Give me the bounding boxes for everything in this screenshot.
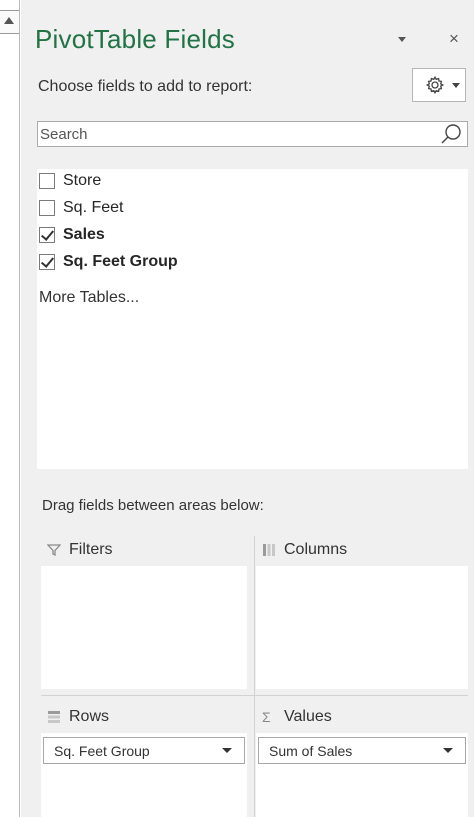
- field-checkbox[interactable]: [39, 227, 55, 243]
- rows-area-header: Rows: [41, 703, 109, 731]
- area-divider-horizontal[interactable]: [41, 695, 468, 696]
- left-scrollbar[interactable]: [0, 0, 20, 817]
- field-checkbox[interactable]: [39, 173, 55, 189]
- search-icon[interactable]: [439, 123, 463, 145]
- rows-area: Rows Sq. Feet Group: [41, 703, 247, 817]
- columns-icon: [262, 543, 284, 557]
- search-input[interactable]: [38, 122, 435, 146]
- chevron-down-icon: [222, 748, 232, 753]
- chevron-down-icon: [452, 83, 460, 88]
- area-divider-vertical[interactable]: [254, 536, 255, 817]
- field-item-sq-feet[interactable]: Sq. Feet: [37, 196, 123, 220]
- field-list: Store Sq. Feet Sales Sq. Feet Group More…: [37, 169, 468, 469]
- sigma-icon: Σ: [262, 709, 271, 725]
- field-item-sq-feet-group[interactable]: Sq. Feet Group: [37, 250, 178, 274]
- rows-field-label: Sq. Feet Group: [54, 742, 150, 759]
- values-area-title: Values: [284, 708, 332, 725]
- field-label: Sq. Feet: [63, 199, 124, 216]
- filter-icon: [47, 543, 69, 557]
- tools-button[interactable]: [412, 68, 466, 102]
- values-field-dropdown[interactable]: Sum of Sales: [258, 737, 466, 764]
- filters-drop-zone[interactable]: [41, 566, 247, 689]
- columns-area-header: Columns: [256, 536, 347, 564]
- values-field-label: Sum of Sales: [269, 742, 353, 759]
- rows-field-dropdown[interactable]: Sq. Feet Group: [43, 737, 245, 764]
- values-area: Σ Values Sum of Sales: [256, 703, 468, 817]
- filters-area-header: Filters: [41, 536, 113, 564]
- pane-title: PivotTable Fields: [35, 24, 235, 54]
- drag-fields-label: Drag fields between areas below:: [42, 497, 264, 514]
- columns-area: Columns: [256, 536, 468, 689]
- field-label: Sales: [63, 226, 105, 243]
- chevron-down-icon: [443, 748, 453, 753]
- field-checkbox[interactable]: [39, 254, 55, 270]
- filters-area: Filters: [41, 536, 247, 689]
- rows-drop-zone[interactable]: Sq. Feet Group: [41, 733, 247, 817]
- field-label: Sq. Feet Group: [63, 253, 178, 270]
- field-checkbox[interactable]: [39, 200, 55, 216]
- choose-fields-label: Choose fields to add to report:: [38, 78, 253, 95]
- columns-drop-zone[interactable]: [256, 566, 468, 689]
- field-item-sales[interactable]: Sales: [37, 223, 105, 247]
- values-area-header: Σ Values: [256, 703, 332, 731]
- field-label: Store: [63, 172, 102, 189]
- more-tables-link[interactable]: More Tables...: [39, 289, 139, 307]
- rows-area-title: Rows: [69, 708, 110, 725]
- rows-icon: [47, 710, 69, 724]
- search-box: [37, 121, 468, 147]
- scroll-up-arrow-icon[interactable]: [0, 10, 19, 34]
- columns-area-title: Columns: [284, 541, 348, 558]
- pane-options-dropdown-icon[interactable]: [391, 28, 413, 50]
- values-drop-zone[interactable]: Sum of Sales: [256, 733, 468, 817]
- pivottable-fields-pane: PivotTable Fields × Choose fields to add…: [21, 0, 474, 817]
- close-icon[interactable]: ×: [443, 28, 465, 50]
- field-item-store[interactable]: Store: [37, 169, 101, 193]
- gear-icon: [425, 75, 445, 95]
- filters-area-title: Filters: [69, 541, 113, 558]
